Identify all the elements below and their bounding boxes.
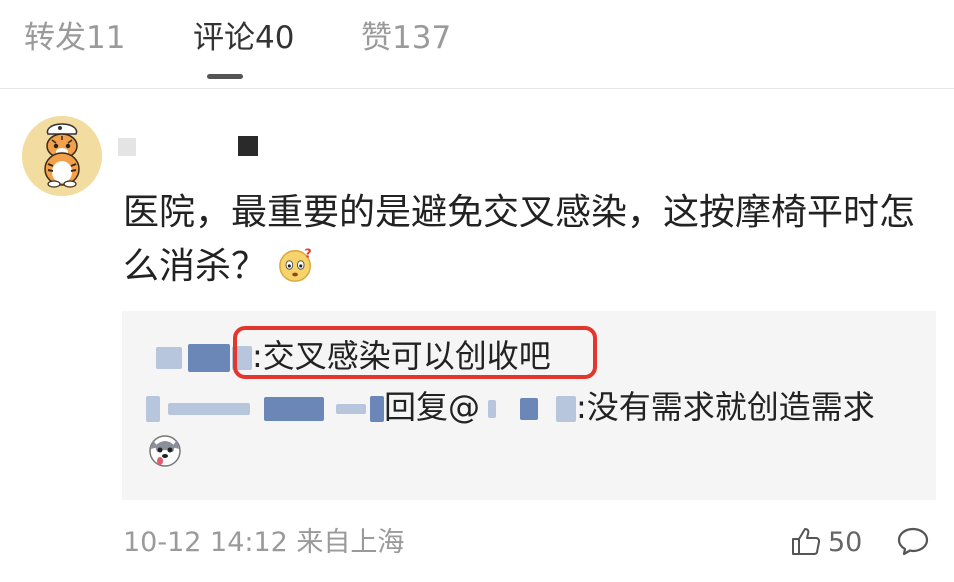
tab-bar: 转发11 评论40 赞137	[0, 0, 954, 89]
thinking-face-icon: ?	[279, 246, 312, 282]
comment-bubble-icon[interactable]	[896, 525, 930, 557]
reply-thread[interactable]: :交叉感染可以创收吧 回复@:没有需求就创造需求	[122, 311, 936, 500]
comment-body: 医院，最重要的是避免交叉感染，这按摩椅平时怎么消杀？ ?	[123, 186, 933, 294]
comment-timestamp: 10-12 14:12 来自上海	[123, 527, 405, 558]
reply-text: :没有需求就创造需求	[576, 388, 875, 426]
avatar[interactable]	[22, 116, 102, 196]
thumbs-up-icon[interactable]	[790, 525, 822, 557]
redacted-mention	[488, 400, 497, 418]
redacted-name	[336, 404, 366, 414]
redacted-mention	[520, 398, 539, 420]
redacted-name	[156, 347, 182, 369]
tiger-avatar-icon	[22, 116, 102, 196]
redacted-name	[188, 344, 230, 372]
like-count[interactable]: 50	[828, 525, 862, 561]
username-redaction	[238, 136, 258, 156]
redacted-name	[146, 396, 160, 422]
comment-text: 医院，最重要的是避免交叉感染，这按摩椅平时怎么消杀？	[123, 192, 916, 287]
tab-likes[interactable]: 赞137	[361, 18, 451, 58]
active-tab-indicator	[207, 74, 243, 79]
reply-item[interactable]: 回复@ :没有需求就创造需求	[146, 386, 875, 428]
redacted-name	[264, 397, 324, 421]
tab-repost[interactable]: 转发11	[24, 18, 125, 58]
redacted-mention	[556, 396, 577, 422]
username-redaction	[118, 138, 136, 156]
redacted-name	[370, 396, 384, 422]
svg-text:?: ?	[305, 246, 312, 260]
reply-label: 回复@	[384, 388, 481, 426]
tab-comments[interactable]: 评论40	[193, 18, 294, 58]
redacted-name	[168, 403, 250, 415]
highlight-annotation	[233, 326, 597, 379]
husky-face-icon	[149, 435, 181, 467]
